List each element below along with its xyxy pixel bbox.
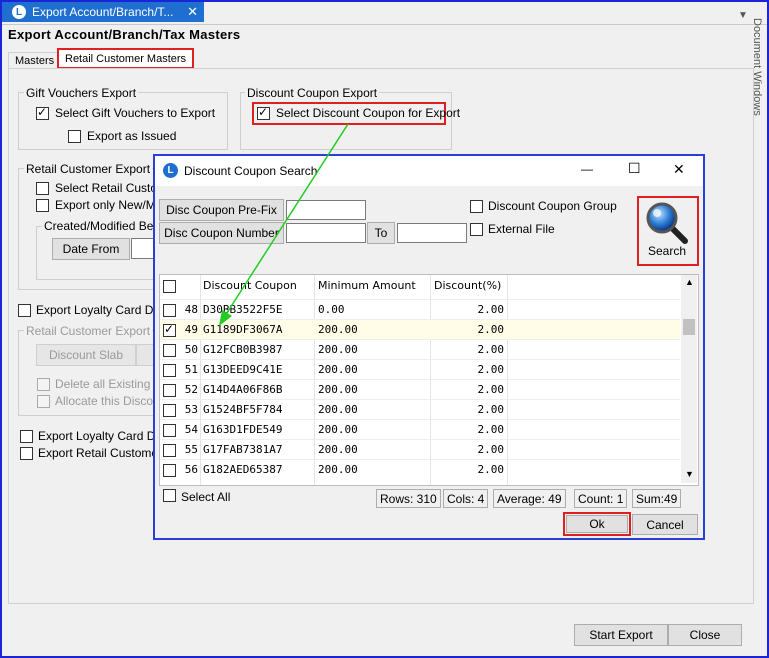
annotation-arrow xyxy=(219,123,349,326)
